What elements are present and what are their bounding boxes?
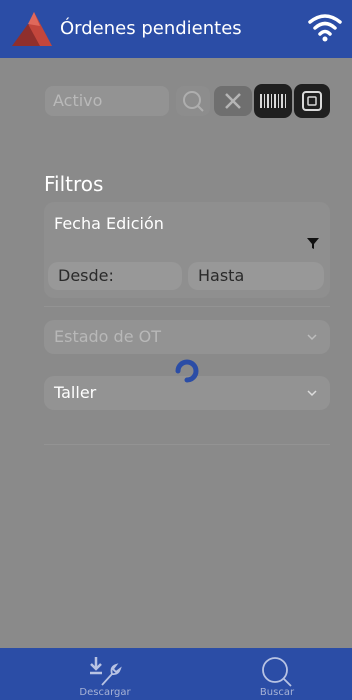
- close-icon: [225, 93, 241, 109]
- date-from-field[interactable]: Desde:: [48, 262, 182, 290]
- header-bar: Órdenes pendientes: [0, 0, 352, 58]
- search-input[interactable]: Activo: [45, 86, 169, 116]
- clear-button[interactable]: [214, 86, 252, 116]
- rfid-button[interactable]: [294, 84, 330, 118]
- taller-label: Taller: [54, 383, 97, 402]
- date-to-field[interactable]: Hasta: [188, 262, 324, 290]
- chevron-down-icon: [307, 390, 317, 397]
- search-button[interactable]: [176, 86, 210, 116]
- tab-descargar-label: Descargar: [79, 687, 131, 698]
- divider: [44, 444, 330, 445]
- funnel-icon[interactable]: [306, 236, 320, 250]
- app-logo-icon: [12, 12, 52, 46]
- page-title: Órdenes pendientes: [60, 18, 242, 39]
- wifi-icon: [308, 14, 342, 42]
- tab-buscar-label: Buscar: [259, 687, 295, 698]
- search-icon: [183, 91, 204, 112]
- barcode-icon: [260, 94, 286, 108]
- rfid-icon: [302, 91, 322, 111]
- bottom-nav: Descargar Buscar: [0, 648, 352, 700]
- filters-heading: Filtros: [44, 172, 104, 196]
- tab-descargar[interactable]: Descargar: [50, 648, 160, 700]
- search-icon: [262, 657, 292, 687]
- estado-ot-select[interactable]: Estado de OT: [44, 320, 330, 354]
- download-wrench-icon: [90, 657, 122, 686]
- tab-buscar[interactable]: Buscar: [222, 648, 332, 700]
- loading-spinner-icon: [175, 359, 199, 383]
- estado-ot-label: Estado de OT: [54, 327, 162, 346]
- chevron-down-icon: [307, 334, 317, 341]
- date-filter-label: Fecha Edición: [54, 214, 164, 233]
- barcode-button[interactable]: [254, 84, 292, 118]
- divider: [44, 306, 330, 307]
